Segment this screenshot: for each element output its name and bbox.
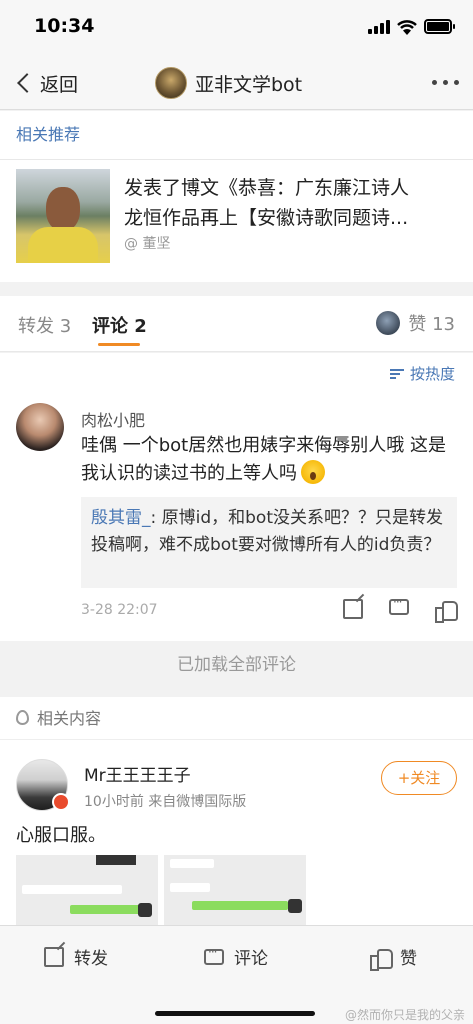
divider [0,159,473,160]
comment-button[interactable]: 评论 [204,944,268,969]
comment-actions [343,595,458,623]
recommend-card-text[interactable]: 发表了博文《恭喜：广东廉江诗人 龙恒作品再上【安徽诗歌同题诗... [124,173,460,233]
like-icon [370,947,393,971]
more-dots-icon [432,80,437,85]
recommend-title-line1: 发表了博文《恭喜：广东廉江诗人 [124,177,410,199]
poster-name[interactable]: Mr王王王王子 [84,761,191,786]
status-time: 10:34 [34,15,95,37]
commenter-avatar[interactable] [16,403,64,451]
sort-by-hot-button[interactable]: 按热度 [389,363,455,384]
related-heading: 相关内容 [16,705,101,729]
surprised-emoji-icon [301,460,325,484]
sort-icon [389,368,404,380]
status-bar: 10:34 [0,0,473,56]
sort-label: 按热度 [409,365,455,383]
comment-label: 评论 [234,949,268,969]
divider [0,739,473,740]
commenter-name[interactable]: 肉松小肥 [81,407,145,431]
share-icon [44,946,64,967]
post-meta: 10小时前 来自微博国际版 [84,794,247,810]
nav-bar: 返回 亚非文学bot [0,56,473,110]
like-icon[interactable] [435,599,458,623]
battery-icon [424,19,455,34]
page-title: 亚非文学bot [195,73,303,96]
chevron-left-icon [17,73,37,93]
repost-button[interactable]: 转发 [44,944,108,969]
like-label: 赞 [400,949,417,969]
interaction-tabs: 转发 3 评论 2 赞 13 [0,296,473,352]
repost-label: 转发 [74,949,108,969]
share-icon[interactable] [343,599,363,619]
comment-icon [204,945,224,965]
watermark: @然而你只是我的父亲 [344,1008,465,1022]
post-image[interactable] [164,855,306,925]
all-comments-loaded: 已加载全部评论 [0,642,473,692]
home-indicator [155,1011,315,1016]
follow-button[interactable]: +关注 [381,761,457,795]
liker-avatar [376,311,401,335]
recommend-author[interactable]: @ 董坚 [124,233,170,253]
comment-list: 按热度 肉松小肥 哇偶 一个bot居然也用婊字来侮辱别人哦 这是我认识的读过书的… [0,353,473,641]
reply-icon[interactable] [389,595,409,615]
recommend-title-line2: 龙恒作品再上【安徽诗歌同题诗... [124,207,409,229]
wifi-icon [396,18,418,36]
comment-body[interactable]: 哇偶 一个bot居然也用婊字来侮辱别人哦 这是我认识的读过书的上等人吗 [81,432,461,488]
related-heading-label: 相关内容 [37,709,102,728]
back-button[interactable]: 返回 [14,68,78,98]
recommend-thumbnail[interactable] [16,169,110,263]
location-icon [16,709,29,725]
reply-author[interactable]: 殷其雷_ [91,508,151,528]
comment-timestamp: 3-28 22:07 [81,602,158,618]
back-label: 返回 [40,73,79,96]
recommend-section: 相关推荐 发表了博文《恭喜：广东廉江诗人 龙恒作品再上【安徽诗歌同题诗... @… [0,111,473,282]
page-title-group[interactable]: 亚非文学bot [155,67,302,99]
comment-text: 哇偶 一个bot居然也用婊字来侮辱别人哦 这是我认识的读过书的上等人吗 [81,435,446,484]
bottom-action-bar: 转发 评论 赞 @然而你只是我的父亲 [0,925,473,1024]
recommend-heading: 相关推荐 [16,125,81,144]
verified-badge-icon [52,793,70,811]
comment-reply[interactable]: 殷其雷_: 原博id，和bot没关系吧？？只是转发投稿啊，难不成bot要对微博所… [81,497,457,588]
tab-likes[interactable]: 赞 13 [376,310,455,336]
signal-icon [368,20,390,34]
likes-count: 赞 13 [408,314,455,335]
tab-repost[interactable]: 转发 3 [18,312,71,338]
active-tab-indicator [98,343,140,346]
account-avatar [155,67,187,99]
post-image[interactable] [16,855,158,925]
tab-comment[interactable]: 评论 2 [92,312,147,338]
like-button[interactable]: 赞 [370,944,417,971]
post-text[interactable]: 心服口服。 [16,821,106,847]
more-options-button[interactable] [432,80,459,85]
